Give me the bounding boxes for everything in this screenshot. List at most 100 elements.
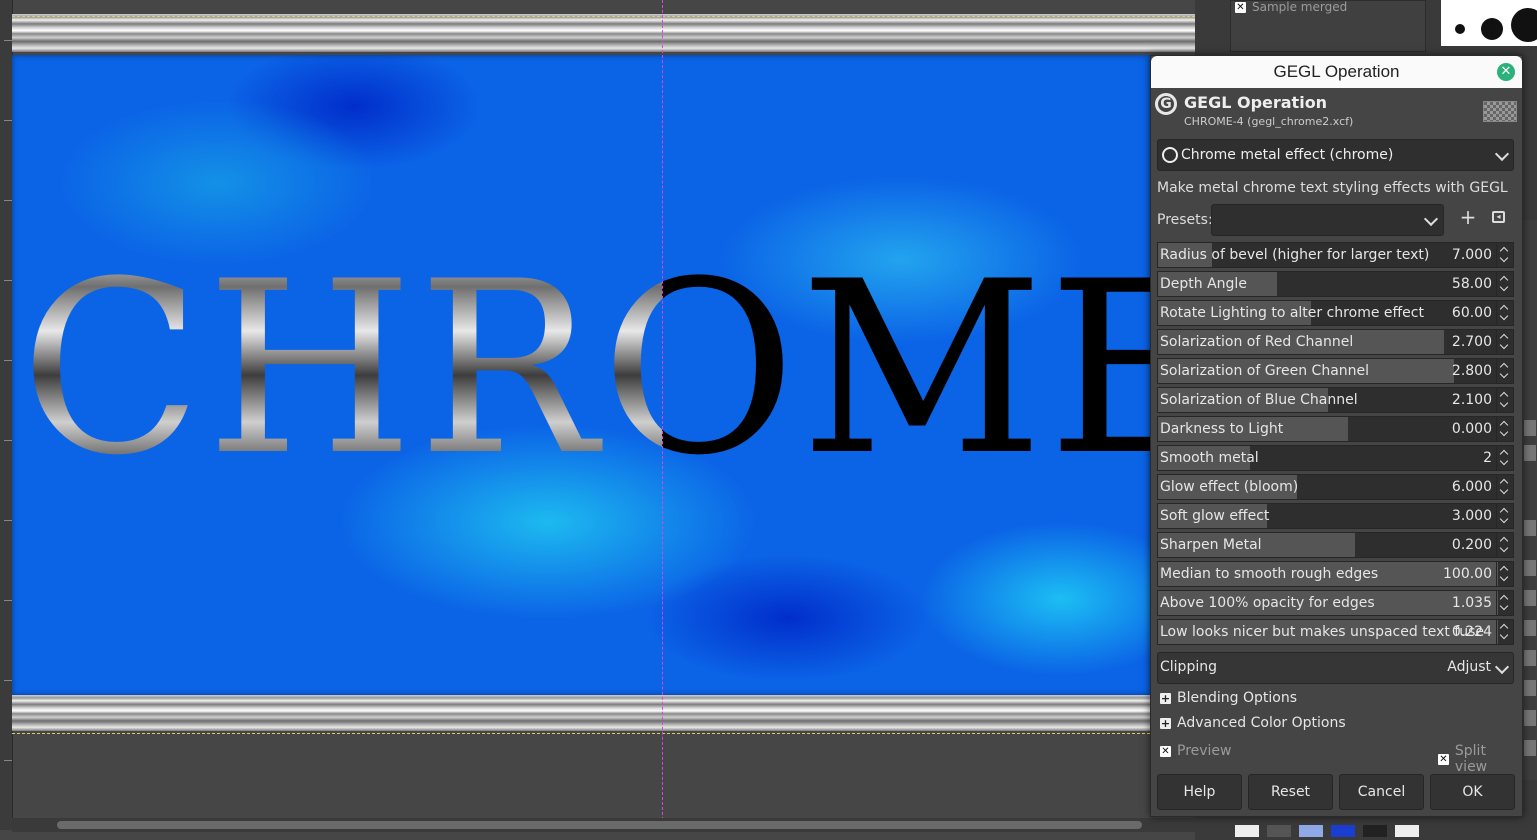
spin-buttons[interactable] bbox=[1496, 562, 1513, 586]
preview-toggle[interactable]: ✕ Preview bbox=[1160, 743, 1232, 759]
swatch[interactable] bbox=[1331, 825, 1355, 837]
operation-select[interactable]: Chrome metal effect (chrome) bbox=[1157, 139, 1514, 171]
image-canvas[interactable]: CHROME CHRO + bbox=[0, 0, 1195, 840]
param-slider[interactable]: Solarization of Red Channel 2.700 bbox=[1157, 329, 1514, 355]
param-slider[interactable]: Radius of bevel (higher for larger text)… bbox=[1157, 242, 1514, 268]
swatch[interactable] bbox=[1267, 825, 1291, 837]
param-value[interactable]: 2.700 bbox=[1452, 334, 1492, 350]
param-value[interactable]: 0.000 bbox=[1452, 421, 1492, 437]
blending-options-label: Blending Options bbox=[1177, 690, 1297, 706]
spin-buttons[interactable] bbox=[1496, 475, 1513, 499]
spin-buttons[interactable] bbox=[1496, 243, 1513, 267]
scrollbar-thumb[interactable] bbox=[57, 821, 1142, 829]
param-slider[interactable]: Median to smooth rough edges 100.00 bbox=[1157, 561, 1514, 587]
param-label: Sharpen Metal bbox=[1160, 537, 1262, 553]
chevron-down-icon[interactable] bbox=[1499, 427, 1509, 437]
chevron-down-icon bbox=[1423, 211, 1439, 227]
swatch[interactable] bbox=[1363, 825, 1387, 837]
spin-buttons[interactable] bbox=[1496, 620, 1513, 644]
chevron-down-icon[interactable] bbox=[1499, 630, 1509, 640]
layers-thumbnail-strip[interactable] bbox=[1522, 220, 1537, 780]
chrome-text-preview: CHRO bbox=[20, 240, 662, 500]
checkbox-icon[interactable]: ✕ bbox=[1235, 1, 1246, 13]
spin-buttons[interactable] bbox=[1496, 301, 1513, 325]
param-value[interactable]: 2 bbox=[1483, 450, 1492, 466]
swatch[interactable] bbox=[1235, 825, 1259, 837]
param-slider[interactable]: Smooth metal 2 bbox=[1157, 445, 1514, 471]
bottom-bevel-frame bbox=[12, 695, 1195, 731]
help-button[interactable]: Help bbox=[1157, 774, 1242, 810]
chevron-down-icon[interactable] bbox=[1499, 253, 1509, 263]
param-slider[interactable]: Solarization of Green Channel 2.800 bbox=[1157, 358, 1514, 384]
param-value[interactable]: 2.800 bbox=[1452, 363, 1492, 379]
dialog-titlebar[interactable]: GEGL Operation ✕ bbox=[1151, 56, 1522, 88]
chevron-down-icon[interactable] bbox=[1499, 514, 1509, 524]
param-value[interactable]: 60.00 bbox=[1452, 305, 1492, 321]
split-view-guide[interactable] bbox=[662, 0, 663, 820]
chevron-down-icon[interactable] bbox=[1499, 369, 1509, 379]
chevron-down-icon[interactable] bbox=[1499, 543, 1509, 553]
chevron-down-icon[interactable] bbox=[1499, 398, 1509, 408]
param-slider[interactable]: Rotate Lighting to alter chrome effect 60… bbox=[1157, 300, 1514, 326]
checkbox-icon[interactable]: ✕ bbox=[1160, 745, 1171, 757]
param-value[interactable]: 6.000 bbox=[1452, 479, 1492, 495]
chevron-down-icon[interactable] bbox=[1499, 282, 1509, 292]
spin-buttons[interactable] bbox=[1496, 446, 1513, 470]
chevron-down-icon[interactable] bbox=[1499, 572, 1509, 582]
presets-menu-icon[interactable]: ◂ bbox=[1492, 211, 1505, 223]
chevron-down-icon[interactable] bbox=[1499, 485, 1509, 495]
param-slider[interactable]: Depth Angle 58.00 bbox=[1157, 271, 1514, 297]
close-icon[interactable]: ✕ bbox=[1497, 63, 1515, 81]
param-slider[interactable]: Glow effect (bloom) 6.000 bbox=[1157, 474, 1514, 500]
brush-medium[interactable] bbox=[1481, 18, 1503, 40]
chevron-down-icon[interactable] bbox=[1499, 311, 1509, 321]
param-value[interactable]: 2.100 bbox=[1452, 392, 1492, 408]
sample-merged-option[interactable]: ✕ Sample merged bbox=[1235, 0, 1347, 14]
spin-buttons[interactable] bbox=[1496, 533, 1513, 557]
split-view-toggle[interactable]: ✕ Split view bbox=[1438, 743, 1522, 775]
spin-buttons[interactable] bbox=[1496, 272, 1513, 296]
spin-buttons[interactable] bbox=[1496, 504, 1513, 528]
param-slider[interactable]: Darkness to Light 0.000 bbox=[1157, 416, 1514, 442]
spin-buttons[interactable] bbox=[1496, 417, 1513, 441]
chevron-down-icon[interactable] bbox=[1499, 601, 1509, 611]
param-slider[interactable]: Solarization of Blue Channel 2.100 bbox=[1157, 387, 1514, 413]
ok-button[interactable]: OK bbox=[1430, 774, 1515, 810]
chrome-text: CHRO bbox=[20, 240, 662, 500]
param-value[interactable]: 7.000 bbox=[1452, 247, 1492, 263]
spin-buttons[interactable] bbox=[1496, 359, 1513, 383]
chevron-down-icon[interactable] bbox=[1499, 456, 1509, 466]
reset-button[interactable]: Reset bbox=[1248, 774, 1333, 810]
spin-buttons[interactable] bbox=[1496, 330, 1513, 354]
spin-buttons[interactable] bbox=[1496, 388, 1513, 412]
param-slider[interactable]: Above 100% opacity for edges 1.035 bbox=[1157, 590, 1514, 616]
param-slider[interactable]: Soft glow effect 3.000 bbox=[1157, 503, 1514, 529]
chevron-down-icon[interactable] bbox=[1499, 340, 1509, 350]
param-value[interactable]: 0.200 bbox=[1452, 537, 1492, 553]
swatch[interactable] bbox=[1395, 825, 1419, 837]
param-value[interactable]: 1.035 bbox=[1452, 595, 1492, 611]
horizontal-scrollbar[interactable] bbox=[12, 818, 1195, 832]
param-slider[interactable]: Low looks nicer but makes unspaced text … bbox=[1157, 619, 1514, 645]
param-value[interactable]: 100.00 bbox=[1443, 566, 1492, 582]
advanced-color-options-expander[interactable]: + Advanced Color Options bbox=[1160, 715, 1346, 731]
blending-options-expander[interactable]: + Blending Options bbox=[1160, 690, 1297, 706]
swatch[interactable] bbox=[1299, 825, 1323, 837]
add-preset-icon[interactable]: + bbox=[1459, 207, 1477, 227]
param-slider[interactable]: Sharpen Metal 0.200 bbox=[1157, 532, 1514, 558]
param-value[interactable]: 58.00 bbox=[1452, 276, 1492, 292]
spin-buttons[interactable] bbox=[1496, 591, 1513, 615]
brush-small[interactable] bbox=[1455, 24, 1465, 34]
brushes-panel[interactable] bbox=[1441, 0, 1537, 46]
brush-large[interactable] bbox=[1511, 8, 1537, 42]
operation-name: Chrome metal effect (chrome) bbox=[1181, 147, 1394, 163]
cancel-button[interactable]: Cancel bbox=[1339, 774, 1424, 810]
clipping-value: Adjust bbox=[1447, 659, 1491, 675]
presets-label: Presets: bbox=[1157, 212, 1213, 228]
checkbox-icon[interactable]: ✕ bbox=[1438, 753, 1449, 765]
gegl-icon bbox=[1162, 147, 1178, 163]
presets-select[interactable] bbox=[1211, 204, 1444, 236]
clipping-select[interactable]: Clipping Adjust bbox=[1157, 652, 1514, 684]
param-value[interactable]: 3.000 bbox=[1452, 508, 1492, 524]
param-value[interactable]: 0.224 bbox=[1452, 624, 1492, 640]
